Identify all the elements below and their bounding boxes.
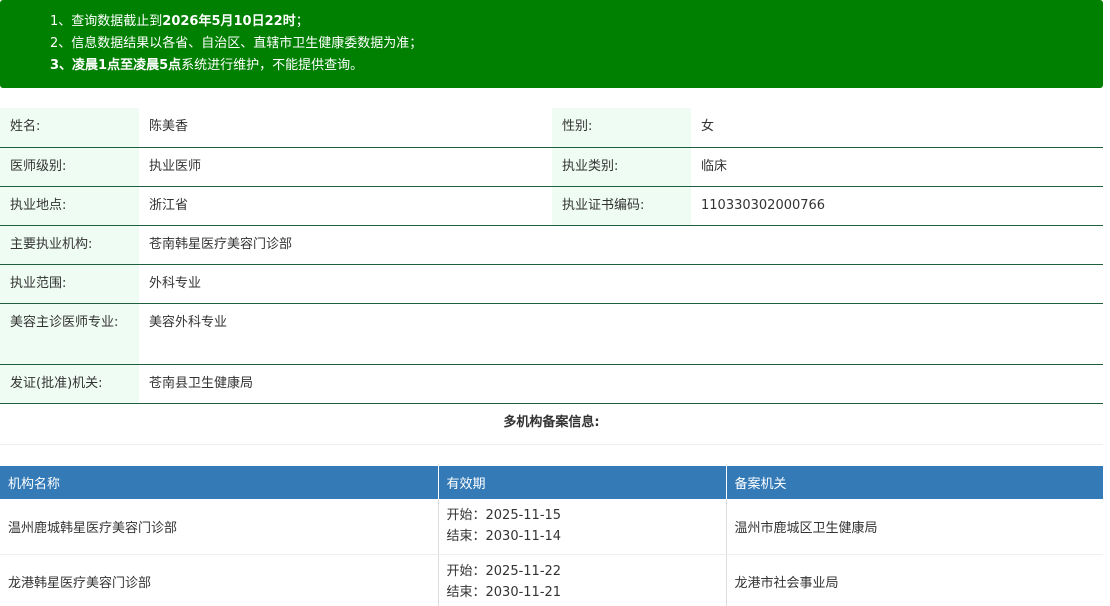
gender-label: 性别: — [552, 108, 691, 148]
notice-line-3: 3、凌晨1点至凌晨5点系统进行维护，不能提供查询。 — [50, 58, 364, 73]
authority-cell: 龙港市社会事业局 — [726, 554, 1103, 606]
validity-end: 结束：2030-11-14 — [446, 529, 562, 545]
validity-end: 结束：2030-11-21 — [446, 584, 562, 600]
cosmetic-specialty-value: 美容外科专业 — [139, 303, 1103, 365]
multi-institution-title: 多机构备案信息: — [0, 403, 1103, 445]
filing-header-row: 机构名称 有效期 备案机关 — [0, 466, 1103, 499]
institution-value: 苍南韩星医疗美容门诊部 — [139, 225, 1103, 265]
authority-cell: 温州市鹿城区卫生健康局 — [726, 499, 1103, 555]
category-value: 临床 — [691, 147, 1103, 187]
info-row-scope: 执业范围: 外科专业 — [0, 264, 1103, 304]
info-row-cosmetic: 美容主诊医师专业: 美容外科专业 — [0, 303, 1103, 365]
issuer-value: 苍南县卫生健康局 — [139, 364, 1103, 404]
header-institution-name: 机构名称 — [0, 466, 439, 499]
validity-cell: 开始：2025-11-22 结束：2030-11-21 — [438, 554, 727, 606]
location-label: 执业地点: — [0, 186, 139, 226]
name-label: 姓名: — [0, 108, 139, 148]
issuer-label: 发证(批准)机关: — [0, 364, 139, 404]
gender-value: 女 — [691, 108, 1103, 148]
header-authority: 备案机关 — [726, 466, 1103, 499]
notice-deadline: 2026年5月10日22时 — [162, 14, 296, 29]
info-row-location: 执业地点: 浙江省 执业证书编码: 110330302000766 — [0, 186, 1103, 226]
name-value: 陈美香 — [139, 108, 552, 148]
info-row-issuer: 发证(批准)机关: 苍南县卫生健康局 — [0, 364, 1103, 404]
notice-line-1: 1、查询数据截止到2026年5月10日22时； — [50, 14, 309, 29]
cert-number-value: 110330302000766 — [691, 186, 1103, 226]
institution-label: 主要执业机构: — [0, 225, 139, 265]
category-label: 执业类别: — [552, 147, 691, 187]
info-row-institution: 主要执业机构: 苍南韩星医疗美容门诊部 — [0, 225, 1103, 265]
cert-number-label: 执业证书编码: — [552, 186, 691, 226]
notice-panel: 1、查询数据截止到2026年5月10日22时； 2、信息数据结果以各省、自治区、… — [0, 0, 1103, 88]
notice-line-2: 2、信息数据结果以各省、自治区、直辖市卫生健康委数据为准； — [50, 36, 423, 51]
info-row-level: 医师级别: 执业医师 执业类别: 临床 — [0, 147, 1103, 187]
location-value: 浙江省 — [139, 186, 552, 226]
level-label: 医师级别: — [0, 147, 139, 187]
page: 1、查询数据截止到2026年5月10日22时； 2、信息数据结果以各省、自治区、… — [0, 0, 1110, 606]
institution-name-cell: 龙港韩星医疗美容门诊部 — [0, 554, 439, 606]
validity-start: 开始：2025-11-22 — [446, 563, 562, 579]
validity-cell: 开始：2025-11-15 结束：2030-11-14 — [438, 499, 727, 555]
filing-table: 机构名称 有效期 备案机关 温州鹿城韩星医疗美容门诊部 开始：2025-11-1… — [0, 466, 1103, 606]
scope-label: 执业范围: — [0, 264, 139, 304]
level-value: 执业医师 — [139, 147, 552, 187]
notice-maintenance-time: 凌晨1点至凌晨5点 — [72, 58, 182, 73]
table-row: 龙港韩星医疗美容门诊部 开始：2025-11-22 结束：2030-11-21 … — [0, 554, 1103, 606]
institution-name-cell: 温州鹿城韩星医疗美容门诊部 — [0, 499, 439, 555]
doctor-info-table: 姓名: 陈美香 性别: 女 医师级别: 执业医师 执业类别: 临床 执业地点: … — [0, 108, 1103, 404]
scope-value: 外科专业 — [139, 264, 1103, 304]
cosmetic-specialty-label: 美容主诊医师专业: — [0, 303, 139, 365]
header-validity: 有效期 — [438, 466, 727, 499]
validity-start: 开始：2025-11-15 — [446, 508, 562, 524]
table-row: 温州鹿城韩星医疗美容门诊部 开始：2025-11-15 结束：2030-11-1… — [0, 499, 1103, 555]
info-row-name: 姓名: 陈美香 性别: 女 — [0, 108, 1103, 148]
